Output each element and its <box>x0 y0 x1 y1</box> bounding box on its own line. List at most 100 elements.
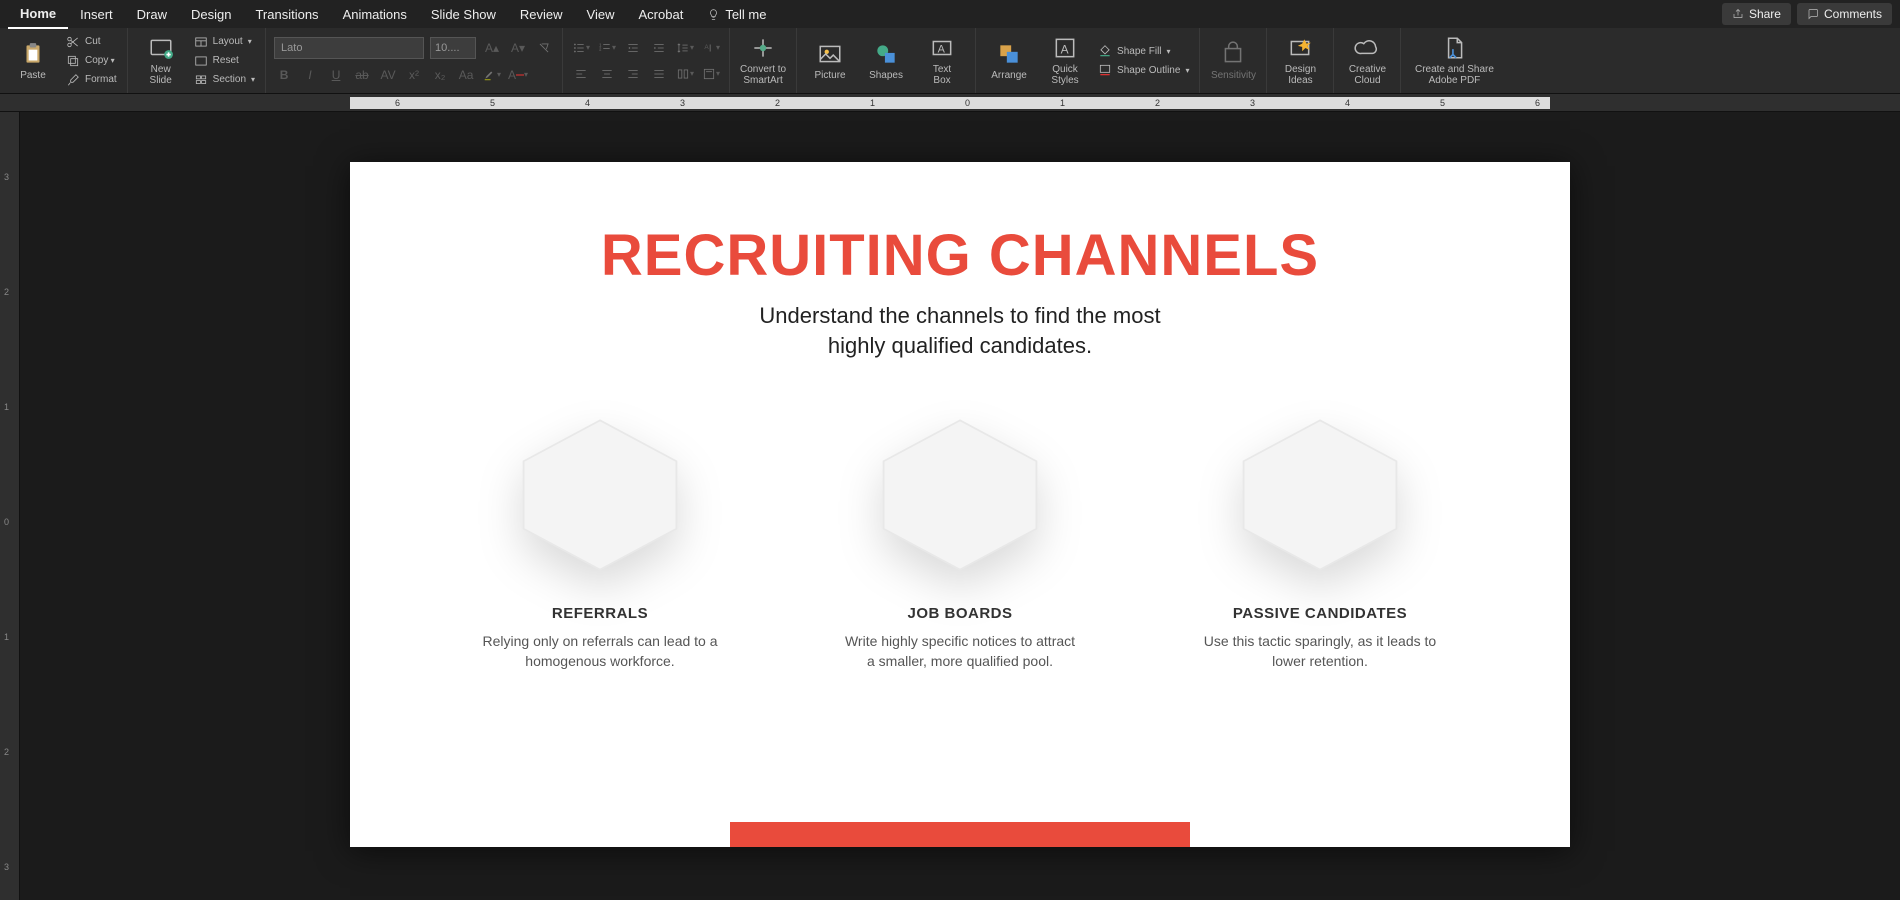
shape-fill-button[interactable]: Shape Fill <box>1096 43 1191 59</box>
slide-accent-bar <box>730 822 1190 847</box>
tab-view[interactable]: View <box>575 1 627 28</box>
tab-insert[interactable]: Insert <box>68 1 125 28</box>
convert-smartart-button[interactable]: Convert to SmartArt <box>738 31 788 91</box>
col-referrals[interactable]: REFERRALS Relying only on referrals can … <box>450 415 750 671</box>
format-painter-button[interactable]: Format <box>64 72 119 88</box>
font-color-button[interactable]: A <box>508 65 528 85</box>
ribbon: Paste Cut Copy Format New Slide Layout R… <box>0 28 1900 94</box>
convert-label: Convert to SmartArt <box>740 64 786 86</box>
sensitivity-label: Sensitivity <box>1211 70 1256 81</box>
comments-button[interactable]: Comments <box>1797 3 1892 25</box>
designideas-icon <box>1287 35 1313 61</box>
superscript-button[interactable]: x² <box>404 65 424 85</box>
subscript-button[interactable]: x₂ <box>430 65 450 85</box>
justify-button[interactable] <box>649 64 669 84</box>
shapes-button[interactable]: Shapes <box>861 31 911 91</box>
svg-text:2: 2 <box>599 46 602 51</box>
group-designideas: Design Ideas <box>1267 28 1334 93</box>
brush-icon <box>66 73 80 87</box>
col-jobboards[interactable]: JOB BOARDS Write highly specific notices… <box>810 415 1110 671</box>
text-direction-button[interactable]: A <box>701 38 721 58</box>
layout-button[interactable]: Layout <box>192 34 257 50</box>
clear-format-button[interactable] <box>534 38 554 58</box>
line-spacing-button[interactable] <box>675 38 695 58</box>
tab-transitions[interactable]: Transitions <box>243 1 330 28</box>
group-font: A▴ A▾ B I U ab AV x² x₂ Aa A <box>266 28 563 93</box>
group-sensitivity: Sensitivity <box>1200 28 1267 93</box>
change-case-button[interactable]: Aa <box>456 65 476 85</box>
hexagon-icon <box>870 415 1050 575</box>
tab-draw[interactable]: Draw <box>125 1 179 28</box>
col-heading: REFERRALS <box>450 605 750 622</box>
align-right-button[interactable] <box>623 64 643 84</box>
section-icon <box>194 73 208 87</box>
shape-outline-button[interactable]: Shape Outline <box>1096 62 1191 78</box>
tab-review[interactable]: Review <box>508 1 575 28</box>
group-arrange: Arrange A Quick Styles Shape Fill Shape … <box>976 28 1200 93</box>
indent-button[interactable] <box>649 38 669 58</box>
ruler-horizontal: 6543210123456 <box>0 94 1900 112</box>
paste-button[interactable]: Paste <box>8 31 58 91</box>
arrange-label: Arrange <box>991 70 1027 81</box>
creativecloud-button[interactable]: Creative Cloud <box>1342 31 1392 91</box>
new-slide-icon <box>148 35 174 61</box>
comment-icon <box>1807 8 1819 20</box>
increase-font-button[interactable]: A▴ <box>482 38 502 58</box>
share-label: Share <box>1749 7 1781 21</box>
underline-button[interactable]: U <box>326 65 346 85</box>
new-slide-label: New Slide <box>150 64 172 86</box>
quickstyles-label: Quick Styles <box>1051 64 1078 86</box>
slide-title[interactable]: RECRUITING CHANNELS <box>350 222 1570 289</box>
picture-button[interactable]: Picture <box>805 31 855 91</box>
share-button[interactable]: Share <box>1722 3 1791 25</box>
outdent-button[interactable] <box>623 38 643 58</box>
col-body: Write highly specific notices to attract… <box>810 632 1110 671</box>
highlight-button[interactable] <box>482 65 502 85</box>
numbering-button[interactable]: 12 <box>597 38 617 58</box>
creativecloud-icon <box>1354 35 1380 61</box>
cut-label: Cut <box>85 36 101 47</box>
section-button[interactable]: Section <box>192 72 257 88</box>
cut-button[interactable]: Cut <box>64 34 119 50</box>
tell-me[interactable]: Tell me <box>695 1 778 28</box>
tab-slideshow[interactable]: Slide Show <box>419 1 508 28</box>
align-center-button[interactable] <box>597 64 617 84</box>
font-name-input[interactable] <box>274 37 424 59</box>
italic-button[interactable]: I <box>300 65 320 85</box>
align-text-button[interactable] <box>701 64 721 84</box>
group-insert: Picture Shapes A Text Box <box>797 28 976 93</box>
tab-animations[interactable]: Animations <box>331 1 419 28</box>
new-slide-button[interactable]: New Slide <box>136 31 186 91</box>
char-spacing-button[interactable]: AV <box>378 65 398 85</box>
layout-icon <box>194 35 208 49</box>
columns-button[interactable] <box>675 64 695 84</box>
tab-design[interactable]: Design <box>179 1 243 28</box>
tell-me-label: Tell me <box>725 7 766 22</box>
group-creativecloud: Creative Cloud <box>1334 28 1401 93</box>
bullets-button[interactable] <box>571 38 591 58</box>
sensitivity-icon <box>1220 41 1246 67</box>
font-size-input[interactable] <box>430 37 476 59</box>
sensitivity-button[interactable]: Sensitivity <box>1208 31 1258 91</box>
align-left-button[interactable] <box>571 64 591 84</box>
copy-button[interactable]: Copy <box>64 53 119 69</box>
designideas-button[interactable]: Design Ideas <box>1275 31 1325 91</box>
slide-subtitle[interactable]: Understand the channels to find the most… <box>350 301 1570 360</box>
col-passive[interactable]: PASSIVE CANDIDATES Use this tactic spari… <box>1170 415 1470 671</box>
tab-acrobat[interactable]: Acrobat <box>627 1 696 28</box>
workspace[interactable]: RECRUITING CHANNELS Understand the chann… <box>20 112 1900 900</box>
adobepdf-button[interactable]: Create and Share Adobe PDF <box>1409 31 1499 91</box>
paste-icon <box>20 41 46 67</box>
reset-icon <box>194 54 208 68</box>
arrange-button[interactable]: Arrange <box>984 31 1034 91</box>
tab-home[interactable]: Home <box>8 0 68 29</box>
slide-canvas[interactable]: RECRUITING CHANNELS Understand the chann… <box>350 162 1570 847</box>
svg-text:A: A <box>938 43 946 55</box>
bold-button[interactable]: B <box>274 65 294 85</box>
textbox-button[interactable]: A Text Box <box>917 31 967 91</box>
quickstyles-button[interactable]: A Quick Styles <box>1040 31 1090 91</box>
decrease-font-button[interactable]: A▾ <box>508 38 528 58</box>
pdf-icon <box>1441 35 1467 61</box>
reset-button[interactable]: Reset <box>192 53 257 69</box>
strike-button[interactable]: ab <box>352 65 372 85</box>
